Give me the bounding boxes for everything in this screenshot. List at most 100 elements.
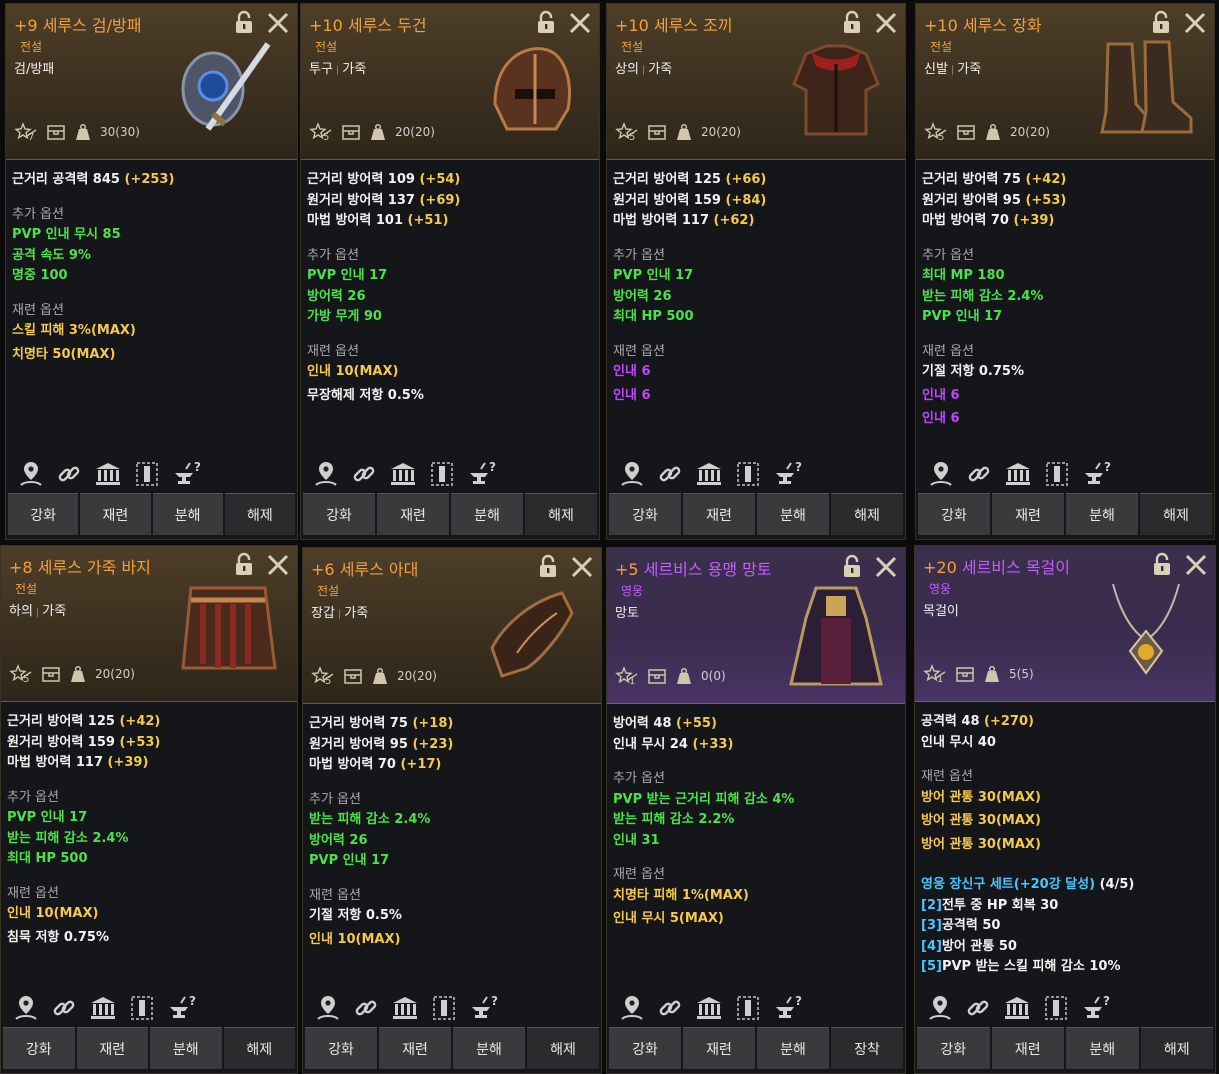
storage-vault-icon[interactable] <box>129 994 155 1022</box>
storage-vault-icon[interactable] <box>1044 460 1070 488</box>
enhance-button[interactable]: 강화 <box>918 493 990 535</box>
action-buttons: 강화 재련 분해 해제 <box>917 1027 1213 1069</box>
refine-button[interactable]: 재련 <box>991 1027 1064 1069</box>
lock-icon[interactable] <box>233 10 255 34</box>
chat-link-icon[interactable] <box>966 461 992 487</box>
enhance-button[interactable]: 강화 <box>917 1027 990 1069</box>
chat-link-icon[interactable] <box>353 995 379 1021</box>
refine-option-line: 기절 저항 0.5% <box>309 908 402 923</box>
storage-vault-icon[interactable] <box>429 460 455 488</box>
enhance-button[interactable]: 강화 <box>8 493 79 535</box>
locate-pin-icon[interactable] <box>315 993 341 1023</box>
item-stats: 근거리 방어력 125 (+42) 원거리 방어력 159 (+53) 마법 방어력… <box>7 712 291 973</box>
storage-vault-icon[interactable] <box>134 460 160 488</box>
storage-vault-icon[interactable] <box>431 994 457 1022</box>
locate-pin-icon[interactable] <box>619 459 645 489</box>
item-type-label: 가죽 <box>42 604 67 619</box>
warehouse-icon[interactable] <box>1003 994 1031 1022</box>
close-icon[interactable] <box>1182 10 1208 36</box>
refine-button[interactable]: 재련 <box>377 493 449 535</box>
unequip-button[interactable]: 해제 <box>525 493 597 535</box>
lock-icon[interactable] <box>1150 10 1172 34</box>
dismantle-button[interactable]: 분해 <box>150 1027 222 1069</box>
locate-pin-icon[interactable] <box>619 993 645 1023</box>
durability-value: 20(20) <box>1010 125 1050 139</box>
enhance-button[interactable]: 강화 <box>3 1027 75 1069</box>
unequip-button[interactable]: 해제 <box>527 1027 599 1069</box>
dismantle-button[interactable]: 분해 <box>757 493 829 535</box>
locate-pin-icon[interactable] <box>18 459 44 489</box>
item-name: 세루스 가죽 바지 <box>37 558 151 577</box>
close-icon[interactable] <box>1183 552 1209 578</box>
unequip-button[interactable]: 해제 <box>831 493 903 535</box>
main-stat-line: 인내 무시 40 <box>921 733 1209 754</box>
warehouse-icon[interactable] <box>89 994 117 1022</box>
item-info-anvil-icon[interactable]: ? <box>469 993 501 1023</box>
refine-button[interactable]: 재련 <box>379 1027 451 1069</box>
close-icon[interactable] <box>265 552 291 578</box>
dismantle-button[interactable]: 분해 <box>757 1027 829 1069</box>
storage-vault-icon[interactable] <box>735 994 761 1022</box>
storage-vault-icon[interactable] <box>735 460 761 488</box>
chat-link-icon[interactable] <box>51 995 77 1021</box>
dismantle-button[interactable]: 분해 <box>453 1027 525 1069</box>
enhance-button[interactable]: 강화 <box>303 493 375 535</box>
item-info-anvil-icon[interactable]: ? <box>1082 459 1114 489</box>
close-icon[interactable] <box>265 10 291 36</box>
item-type-label: 투구 <box>309 62 333 77</box>
lock-icon[interactable] <box>537 554 559 578</box>
enhance-button[interactable]: 강화 <box>305 1027 377 1069</box>
lock-icon[interactable] <box>841 10 863 34</box>
storage-vault-icon[interactable] <box>1043 994 1069 1022</box>
item-info-anvil-icon[interactable]: ? <box>773 459 805 489</box>
unequip-button[interactable]: 해제 <box>1140 493 1212 535</box>
refine-button[interactable]: 재련 <box>683 493 755 535</box>
extra-option-line: 최대 MP 180 <box>922 268 1005 283</box>
refine-button[interactable]: 재련 <box>76 1027 148 1069</box>
chat-link-icon[interactable] <box>657 995 683 1021</box>
locate-pin-icon[interactable] <box>928 459 954 489</box>
chat-link-icon[interactable] <box>965 995 991 1021</box>
dismantle-button[interactable]: 분해 <box>1066 493 1138 535</box>
close-icon[interactable] <box>569 554 595 580</box>
warehouse-icon[interactable] <box>1004 460 1032 488</box>
close-icon[interactable] <box>567 10 593 36</box>
locate-pin-icon[interactable] <box>313 459 339 489</box>
dismantle-button[interactable]: 분해 <box>1066 1027 1139 1069</box>
item-info-anvil-icon[interactable]: ? <box>172 459 204 489</box>
extra-options-heading: 추가 옵션 <box>12 206 64 222</box>
item-info-anvil-icon[interactable]: ? <box>167 993 199 1023</box>
item-info-anvil-icon[interactable]: ? <box>773 993 805 1023</box>
warehouse-icon[interactable] <box>389 460 417 488</box>
enhance-star-icon: 5 <box>309 122 333 143</box>
dismantle-button[interactable]: 분해 <box>451 493 523 535</box>
unequip-button[interactable]: 해제 <box>1140 1027 1213 1069</box>
chat-link-icon[interactable] <box>351 461 377 487</box>
refine-button[interactable]: 재련 <box>80 493 151 535</box>
lock-icon[interactable] <box>841 554 863 578</box>
chat-link-icon[interactable] <box>56 461 82 487</box>
refine-button[interactable]: 재련 <box>683 1027 755 1069</box>
close-icon[interactable] <box>873 10 899 36</box>
lock-icon[interactable] <box>535 10 557 34</box>
close-icon[interactable] <box>873 554 899 580</box>
enhance-button[interactable]: 강화 <box>609 1027 681 1069</box>
warehouse-icon[interactable] <box>695 460 723 488</box>
item-tooltip-card: +9 세루스 검/방패 전설 검/방패 7 30(30) 근거리 공격력 845 (+25… <box>5 3 298 540</box>
equip-button[interactable]: 장착 <box>831 1027 903 1069</box>
chat-link-icon[interactable] <box>657 461 683 487</box>
unequip-button[interactable]: 해제 <box>224 493 295 535</box>
dismantle-button[interactable]: 분해 <box>152 493 223 535</box>
item-info-anvil-icon[interactable]: ? <box>467 459 499 489</box>
lock-icon[interactable] <box>1151 552 1173 576</box>
warehouse-icon[interactable] <box>391 994 419 1022</box>
item-info-anvil-icon[interactable]: ? <box>1081 993 1113 1023</box>
locate-pin-icon[interactable] <box>13 993 39 1023</box>
lock-icon[interactable] <box>233 552 255 576</box>
locate-pin-icon[interactable] <box>927 993 953 1023</box>
warehouse-icon[interactable] <box>695 994 723 1022</box>
warehouse-icon[interactable] <box>94 460 122 488</box>
enhance-button[interactable]: 강화 <box>609 493 681 535</box>
refine-button[interactable]: 재련 <box>992 493 1064 535</box>
unequip-button[interactable]: 해제 <box>223 1027 295 1069</box>
